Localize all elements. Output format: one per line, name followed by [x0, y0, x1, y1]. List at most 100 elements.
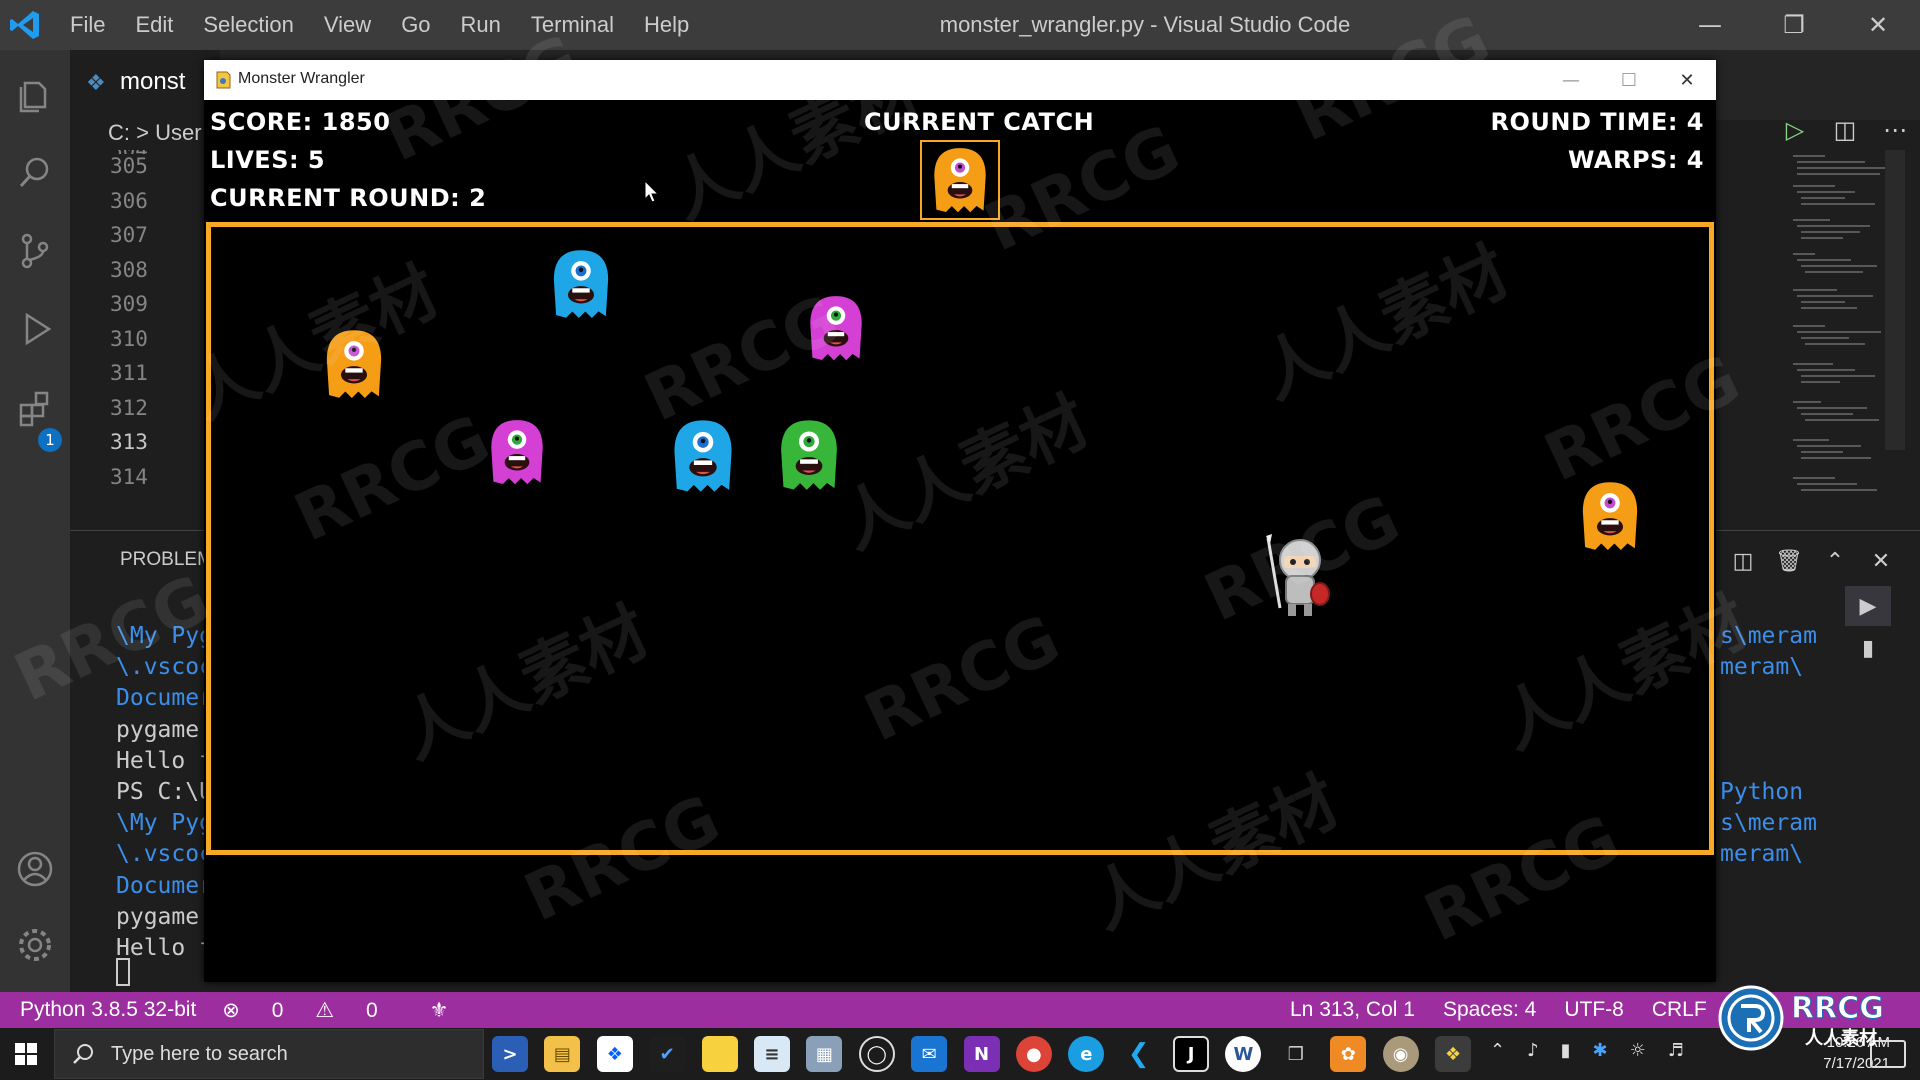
fl-studio-icon[interactable]: ✿: [1330, 1036, 1367, 1072]
chrome-icon[interactable]: ●: [1015, 1036, 1052, 1072]
game-window-title: Monster Wrangler: [238, 70, 365, 87]
terminal-instance-icon[interactable]: ▶: [1845, 586, 1891, 626]
editor-tab[interactable]: ❖ monst: [70, 50, 220, 120]
app-circle-icon[interactable]: ◉: [1382, 1036, 1419, 1072]
line-number: 314: [110, 464, 148, 489]
terminal-output[interactable]: \My Pyg \.vscoc Documer pygame Hello f PS C:\…: [116, 621, 213, 964]
split-terminal-icon[interactable]: ◫: [1720, 541, 1766, 581]
split-editor-icon[interactable]: ◫: [1820, 110, 1870, 150]
restore-button[interactable]: ❐: [1752, 0, 1836, 50]
terminal-line: s\meram: [1720, 623, 1817, 649]
taskbar-search-input[interactable]: Type here to search: [54, 1029, 484, 1079]
error-icon: ⊗: [222, 999, 240, 1022]
edge-icon[interactable]: e: [1068, 1036, 1105, 1072]
activity-bar: 1: [0, 50, 70, 992]
terminal-instance-icon-2[interactable]: ▮: [1845, 628, 1891, 668]
problems-indicator[interactable]: ⊗ 0 ⚠ 0: [222, 998, 403, 1023]
windows-logo-icon: [15, 1043, 37, 1065]
pygame-icon: [216, 71, 231, 89]
vscode-taskbar-icon[interactable]: ❮: [1120, 1036, 1157, 1072]
warning-count: 0: [365, 999, 378, 1022]
current-catch-monster: [934, 148, 986, 213]
status-bar-left: Python 3.8.5 32-bit ⊗ 0 ⚠ 0 ⚜: [20, 998, 474, 1023]
tray-chevron-icon[interactable]: ⌃: [1490, 1040, 1505, 1061]
game-canvas[interactable]: SCORE: 1850 LIVES: 5 CURRENT ROUND: 2 CU…: [204, 100, 1716, 982]
panel-actions: ◫ 🗑 ⌃ ✕: [1720, 541, 1904, 581]
menu-edit[interactable]: Edit: [135, 12, 173, 38]
terminal-line: \.vscoc: [116, 654, 213, 681]
terminal-line: Documer: [116, 872, 213, 899]
file-explorer-icon[interactable]: ▤: [544, 1036, 581, 1072]
python-file-icon: ❖: [86, 70, 106, 95]
explorer-icon[interactable]: [10, 70, 60, 120]
todo-icon[interactable]: ✔: [649, 1036, 686, 1072]
tab-problems[interactable]: PROBLEM: [120, 549, 213, 571]
mail-icon[interactable]: ✉: [911, 1036, 948, 1072]
line-ending[interactable]: CRLF: [1652, 998, 1707, 1022]
breadcrumb[interactable]: C: > User: [108, 120, 202, 146]
account-icon[interactable]: [10, 844, 60, 894]
maximize-panel-icon[interactable]: ⌃: [1812, 541, 1858, 581]
python-taskbar-icon[interactable]: ❖: [1435, 1036, 1472, 1072]
editor-actions: ▷ ◫ ⋯: [1770, 110, 1920, 150]
notepad-icon[interactable]: ≡: [753, 1036, 790, 1072]
game-minimize-button[interactable]: —: [1542, 60, 1600, 100]
intellij-icon[interactable]: J: [1173, 1036, 1210, 1072]
bluetooth-icon[interactable]: ✱: [1593, 1040, 1608, 1061]
knight-player: [1266, 534, 1330, 616]
cursor-position[interactable]: Ln 313, Col 1: [1290, 998, 1415, 1022]
more-actions-icon[interactable]: ⋯: [1870, 110, 1920, 150]
package-icon[interactable]: ❒: [1277, 1036, 1314, 1072]
terminal-line: s\meram: [1720, 810, 1817, 837]
windows-taskbar: Type here to search > ▤ ❖ ✔ ≡ ▦ ◯ ✉ N ● …: [0, 1028, 1920, 1080]
powershell-icon[interactable]: >: [492, 1036, 528, 1072]
settings-gear-icon[interactable]: [10, 920, 60, 970]
sticky-notes-icon[interactable]: [701, 1036, 738, 1072]
menu-selection[interactable]: Selection: [203, 12, 294, 38]
menu-help[interactable]: Help: [644, 12, 689, 38]
terminal-line: \My Pyg: [116, 810, 213, 837]
battery-icon[interactable]: ▮: [1561, 1040, 1571, 1061]
menu-terminal[interactable]: Terminal: [531, 12, 614, 38]
run-debug-icon[interactable]: [10, 304, 60, 354]
live-share-icon[interactable]: ⚜: [430, 998, 449, 1023]
line-number: 310: [110, 326, 148, 351]
microphone-icon[interactable]: ♪: [1527, 1040, 1539, 1061]
game-maximize-button[interactable]: ☐: [1600, 60, 1658, 100]
score-text: SCORE: 1850: [210, 108, 391, 136]
dropbox-icon[interactable]: ❖: [596, 1036, 633, 1072]
menu-run[interactable]: Run: [461, 12, 501, 38]
onenote-icon[interactable]: N: [963, 1036, 1000, 1072]
svg-text:RRCG: RRCG: [1791, 991, 1884, 1026]
file-encoding[interactable]: UTF-8: [1564, 998, 1624, 1022]
obs-icon[interactable]: ◯: [858, 1036, 895, 1072]
menu-go[interactable]: Go: [401, 12, 430, 38]
close-button[interactable]: ✕: [1836, 0, 1920, 50]
window-controls: — ❐ ✕: [1668, 0, 1920, 50]
minimize-button[interactable]: —: [1668, 0, 1752, 50]
source-control-icon[interactable]: [10, 226, 60, 276]
wifi-icon[interactable]: ☼: [1630, 1040, 1646, 1061]
start-button[interactable]: [0, 1028, 52, 1080]
run-python-file-icon[interactable]: ▷: [1770, 110, 1820, 150]
minimap[interactable]: [1785, 150, 1905, 520]
python-interpreter[interactable]: Python 3.8.5 32-bit: [20, 998, 196, 1023]
kill-terminal-icon[interactable]: 🗑: [1766, 541, 1812, 581]
indentation[interactable]: Spaces: 4: [1443, 998, 1536, 1022]
line-number: 309: [110, 292, 148, 316]
game-close-button[interactable]: ✕: [1658, 60, 1716, 100]
calculator-icon[interactable]: ▦: [806, 1036, 843, 1072]
current-catch-label: CURRENT CATCH: [864, 108, 1095, 136]
search-icon[interactable]: [10, 148, 60, 198]
word-icon[interactable]: W: [1225, 1036, 1262, 1072]
menu-view[interactable]: View: [324, 12, 371, 38]
status-bar-right: Ln 313, Col 1 Spaces: 4 UTF-8 CRLF: [1290, 998, 1735, 1022]
close-panel-icon[interactable]: ✕: [1858, 541, 1904, 581]
menu-file[interactable]: File: [70, 12, 105, 38]
search-icon: [73, 1044, 93, 1064]
extensions-icon[interactable]: [10, 384, 60, 434]
terminal-line: Documer: [116, 685, 213, 712]
volume-icon[interactable]: ♬: [1668, 1040, 1684, 1061]
monster-purple: [491, 420, 543, 485]
